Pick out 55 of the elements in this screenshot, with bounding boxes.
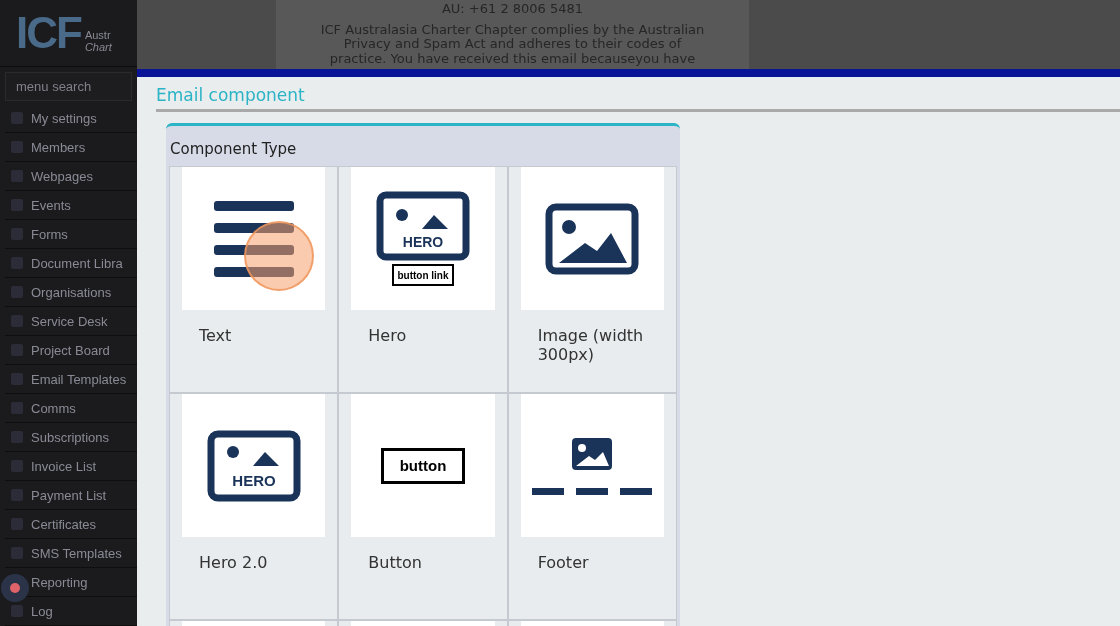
menu-item-icon — [10, 517, 24, 531]
menu-item[interactable]: My settings — [5, 104, 137, 133]
component-label: Image (width 300px) — [536, 325, 645, 364]
component-tile[interactable]: Footer — [507, 393, 677, 620]
menu-item-icon — [10, 285, 24, 299]
menu-item-icon — [10, 343, 24, 357]
menu-item-icon — [10, 401, 24, 415]
menu-item[interactable]: Project Board — [5, 336, 137, 365]
image-icon — [545, 202, 640, 275]
menu-item[interactable]: Service Desk — [5, 307, 137, 336]
menu-item-icon — [10, 256, 24, 270]
menu-item[interactable]: Certificates — [5, 510, 137, 539]
menu-item[interactable]: Payment List — [5, 481, 137, 510]
button-icon: button — [381, 447, 465, 484]
menu-item-icon — [10, 604, 24, 618]
component-label: Footer — [536, 552, 590, 572]
menu-item-icon — [10, 430, 24, 444]
section-title: Component Type — [169, 139, 298, 160]
menu-item-icon — [10, 227, 24, 241]
menu-item-icon — [10, 314, 24, 328]
menu-item-icon — [10, 372, 24, 386]
component-tile[interactable]: HERO button link Hero — [338, 166, 508, 393]
menu-item[interactable]: Subscriptions — [5, 423, 137, 452]
menu-item-icon — [10, 169, 24, 183]
menu-search-field[interactable]: menu search — [5, 71, 132, 101]
menu-item[interactable]: Webpages — [5, 162, 137, 191]
menu-item[interactable]: Document Libra — [5, 249, 137, 278]
menu-item[interactable]: Email Templates — [5, 365, 137, 394]
component-tile[interactable]: Image (width 300px) — [507, 166, 677, 393]
logo-subtitle: Austr — [84, 28, 112, 41]
component-label: Button — [367, 552, 423, 572]
hero-image-icon: HERO — [206, 429, 301, 502]
menu-item-icon — [10, 488, 24, 502]
menu-item[interactable]: Events — [5, 191, 137, 220]
component-label: Hero — [367, 325, 408, 345]
component-tile[interactable]: Text — [169, 166, 339, 393]
menu-item-icon — [10, 111, 24, 125]
component-label: Text — [198, 325, 233, 345]
menu-item[interactable]: Organisations — [5, 278, 137, 307]
menu-item[interactable]: Comms — [5, 394, 137, 423]
menu-item-icon — [10, 198, 24, 212]
component-tile[interactable]: button Button — [338, 393, 508, 620]
menu-item-icon — [10, 459, 24, 473]
footer-icon — [531, 435, 654, 496]
menu-item[interactable]: SMS Templates — [5, 539, 137, 568]
component-tile[interactable]: HERO Hero 2.0 — [169, 393, 339, 620]
logo-text: ICF — [16, 7, 81, 58]
component-label: Hero 2.0 — [198, 552, 269, 572]
menu-item-icon — [10, 140, 24, 154]
menu-item[interactable]: Forms — [5, 220, 137, 249]
dialog-title: Email component — [156, 77, 1120, 112]
menu-item[interactable]: Invoice List — [5, 452, 137, 481]
menu-item-icon — [10, 546, 24, 560]
menu-item[interactable]: Members — [5, 133, 137, 162]
logo-tagline: Chart — [84, 40, 112, 53]
